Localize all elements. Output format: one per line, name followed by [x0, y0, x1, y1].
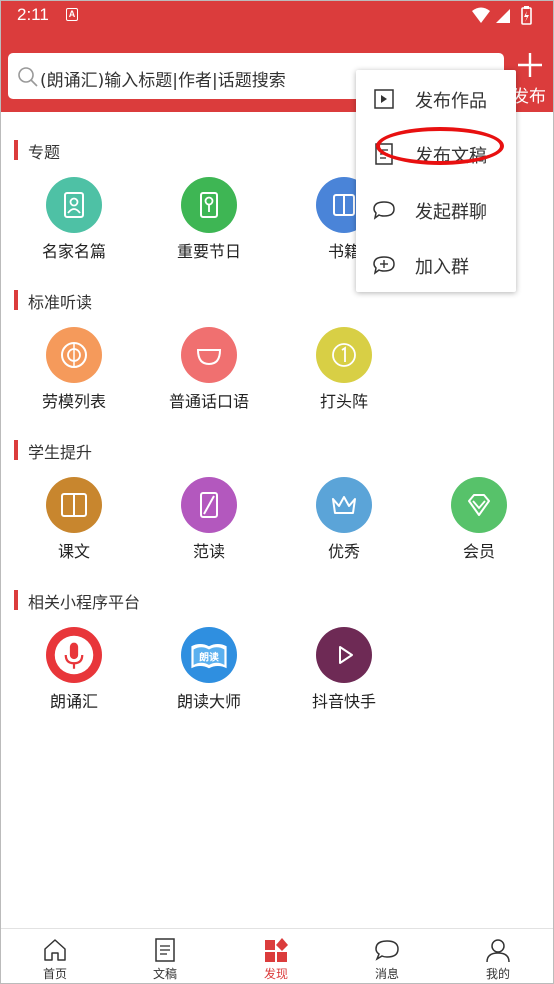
- tile-holidays[interactable]: 重要节日: [149, 177, 269, 267]
- tab-messages[interactable]: 消息: [332, 929, 442, 984]
- menu-item-start-group-chat[interactable]: 发起群聊: [356, 181, 516, 236]
- portrait-icon: [46, 177, 102, 233]
- tile-label: 名家名篇: [41, 242, 106, 261]
- play-icon: [316, 627, 372, 683]
- status-bar: 2:11 A: [0, 0, 554, 32]
- chat-bubble-icon: [373, 201, 395, 220]
- add-group-icon: [373, 256, 395, 275]
- tile-label: 朗诵汇: [49, 692, 98, 711]
- tile-label: 会员: [462, 542, 495, 561]
- tile-label: 打头阵: [319, 392, 368, 411]
- battery-icon: [521, 6, 532, 25]
- person-icon: [486, 939, 510, 963]
- reading-badge-text: 朗读: [199, 651, 219, 664]
- section-accent-bar: [14, 290, 18, 310]
- tab-label: 首页: [42, 967, 67, 981]
- tile-reading-master[interactable]: 朗读 朗读大师: [149, 627, 269, 717]
- tab-label: 文稿: [152, 967, 177, 981]
- tile-label: 普通话口语: [168, 392, 249, 411]
- tab-label: 消息: [374, 967, 399, 981]
- wifi-icon: [472, 7, 490, 23]
- tile-label: 优秀: [327, 542, 360, 561]
- tile-model-workers[interactable]: 劳模列表: [14, 327, 134, 417]
- tile-famous-works[interactable]: 名家名篇: [14, 177, 134, 267]
- tile-excellent[interactable]: 优秀: [284, 477, 404, 567]
- tile-vanguard[interactable]: 打头阵: [284, 327, 404, 417]
- section-title: 专题: [28, 143, 61, 162]
- menu-item-publish-work[interactable]: 发布作品: [356, 70, 516, 125]
- tile-label: 朗读大师: [176, 692, 241, 711]
- bowl-icon: [181, 327, 237, 383]
- tile-label: 重要节日: [176, 242, 241, 261]
- tile-label: 课文: [57, 542, 90, 561]
- notification-badge-icon: A: [66, 8, 78, 21]
- menu-item-label: 发布文稿: [415, 146, 487, 167]
- menu-item-label: 发起群聊: [415, 202, 487, 223]
- section-accent-bar: [14, 590, 18, 610]
- tile-label: 范读: [192, 542, 225, 561]
- section-accent-bar: [14, 440, 18, 460]
- home-icon: [44, 939, 66, 961]
- lantern-icon: [181, 177, 237, 233]
- status-icons: [472, 6, 532, 25]
- number-one-icon: [316, 327, 372, 383]
- section-title: 学生提升: [28, 443, 93, 462]
- tab-home[interactable]: 首页: [0, 929, 110, 984]
- tile-texts[interactable]: 课文: [14, 477, 134, 567]
- reading-book-icon: 朗读: [181, 627, 237, 683]
- section-accent-bar: [14, 140, 18, 160]
- document-icon: [155, 938, 175, 962]
- search-icon: [18, 67, 38, 87]
- tile-label: 劳模列表: [41, 392, 106, 411]
- play-doc-icon: [374, 89, 394, 109]
- section-title: 相关小程序平台: [28, 593, 141, 612]
- tab-profile[interactable]: 我的: [443, 929, 553, 984]
- tile-membership[interactable]: 会员: [419, 477, 539, 567]
- tile-douyin-kuaishou[interactable]: 抖音快手: [284, 627, 404, 717]
- tab-manuscripts[interactable]: 文稿: [110, 929, 220, 984]
- publish-menu: 发布作品 发布文稿 发起群聊 加入群: [356, 70, 516, 292]
- diamond-icon: [451, 477, 507, 533]
- chat-bubble-icon: [375, 940, 399, 961]
- menu-item-publish-manuscript[interactable]: 发布文稿: [356, 125, 516, 180]
- tab-label: 发现: [263, 967, 288, 981]
- status-time: 2:11: [17, 5, 49, 24]
- medal-icon: [46, 327, 102, 383]
- publish-label: 发布: [512, 87, 546, 107]
- slash-card-icon: [181, 477, 237, 533]
- search-placeholder: (朗诵汇)输入标题|作者|话题搜索: [40, 71, 286, 91]
- tab-label: 我的: [485, 967, 510, 981]
- signal-icon: [496, 9, 510, 23]
- tile-label: 抖音快手: [311, 692, 376, 711]
- menu-item-label: 加入群: [415, 257, 469, 278]
- document-icon: [375, 143, 393, 165]
- tile-langsonghui[interactable]: 朗诵汇: [14, 627, 134, 717]
- section-title: 标准听读: [28, 293, 93, 312]
- menu-item-join-group[interactable]: 加入群: [356, 236, 516, 291]
- plus-icon: [518, 53, 542, 77]
- microphone-icon: [46, 627, 102, 683]
- discover-icon: [265, 938, 288, 962]
- tile-mandarin[interactable]: 普通话口语: [149, 327, 269, 417]
- crown-icon: [316, 477, 372, 533]
- tile-demo-reading[interactable]: 范读: [149, 477, 269, 567]
- open-book-icon: [46, 477, 102, 533]
- menu-item-label: 发布作品: [415, 91, 487, 112]
- bottom-tab-bar: 首页 文稿 发现 消息 我的: [0, 928, 554, 984]
- tab-discover[interactable]: 发现: [221, 929, 331, 984]
